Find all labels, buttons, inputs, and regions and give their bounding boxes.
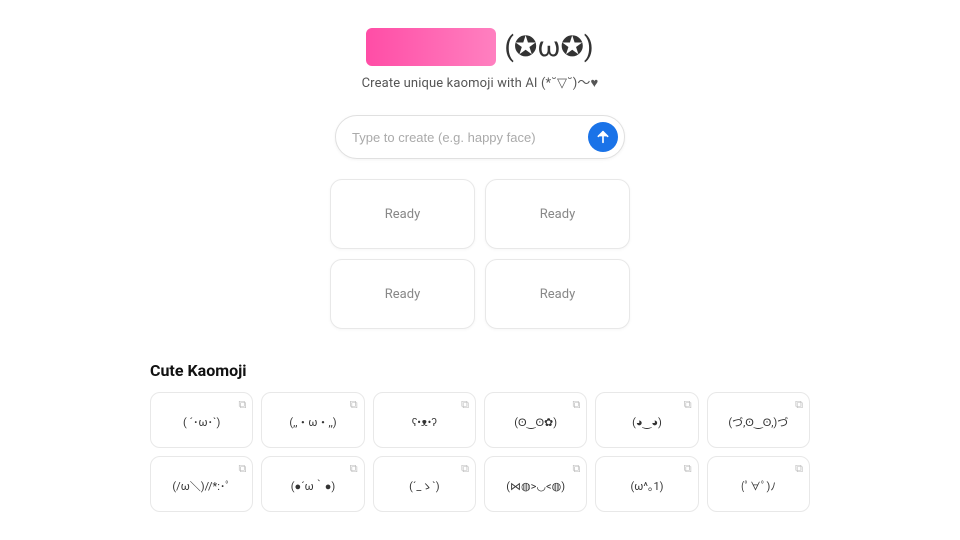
copy-icon[interactable]: ⧉ [572, 399, 580, 410]
arrow-up-icon [595, 129, 611, 145]
tagline: Create unique kaomoji with AI (*˘▽˘)〜♥ [362, 72, 599, 91]
copy-icon[interactable]: ⧉ [238, 463, 246, 474]
kaomoji-card: ⧉ (ʘ‿ʘ✿) [484, 392, 587, 448]
result-card-4: Ready [485, 259, 630, 329]
copy-icon[interactable]: ⧉ [795, 399, 803, 410]
logo-row: (✪ω✪) [366, 28, 593, 66]
kaomoji-section: Cute Kaomoji ⧉ ( ´･ω･`) ⧉ (,,・ω・,,) ⧉ ʕ•… [150, 361, 810, 512]
result-card-1: Ready [330, 179, 475, 249]
copy-icon[interactable]: ⧉ [461, 463, 469, 474]
search-button[interactable] [588, 122, 618, 152]
search-bar [335, 115, 625, 159]
kaomoji-card: ⧉ (ﾟ∀ﾟ)ﾉ [707, 456, 810, 512]
copy-icon[interactable]: ⧉ [238, 399, 246, 410]
kaomoji-card: ⧉ (づ,ʘ‿ʘ,)づ [707, 392, 810, 448]
header: (✪ω✪) Create unique kaomoji with AI (*˘▽… [362, 28, 599, 91]
kaomoji-card: ⧉ ( ´･ω･`) [150, 392, 253, 448]
logo-bar [366, 28, 496, 66]
kaomoji-grid-row1: ⧉ ( ´･ω･`) ⧉ (,,・ω・,,) ⧉ ʕ•ᴥ•ʔ ⧉ (ʘ‿ʘ✿) … [150, 392, 810, 448]
kaomoji-card: ⧉ (´_ゝ`) [373, 456, 476, 512]
kaomoji-section-title: Cute Kaomoji [150, 361, 810, 380]
kaomoji-card: ⧉ (⋈◍>◡<◍) [484, 456, 587, 512]
kaomoji-card: ⧉ (◕‿◕) [595, 392, 698, 448]
logo-emoji: (✪ω✪) [504, 33, 593, 61]
copy-icon[interactable]: ⧉ [350, 399, 358, 410]
copy-icon[interactable]: ⧉ [684, 399, 692, 410]
cards-grid: Ready Ready Ready Ready [330, 179, 630, 329]
kaomoji-card: ⧉ (/ω＼)//*:･ﾟ [150, 456, 253, 512]
result-card-3: Ready [330, 259, 475, 329]
page-container: (✪ω✪) Create unique kaomoji with AI (*˘▽… [0, 0, 960, 532]
copy-icon[interactable]: ⧉ [795, 463, 803, 474]
kaomoji-grid-row2: ⧉ (/ω＼)//*:･ﾟ ⧉ (●´ω｀●) ⧉ (´_ゝ`) ⧉ (⋈◍>◡… [150, 456, 810, 512]
copy-icon[interactable]: ⧉ [572, 463, 580, 474]
kaomoji-card: ⧉ (ω^｡1) [595, 456, 698, 512]
kaomoji-card: ⧉ ʕ•ᴥ•ʔ [373, 392, 476, 448]
result-card-2: Ready [485, 179, 630, 249]
copy-icon[interactable]: ⧉ [350, 463, 358, 474]
search-input[interactable] [352, 130, 588, 145]
kaomoji-card: ⧉ (,,・ω・,,) [261, 392, 364, 448]
copy-icon[interactable]: ⧉ [684, 463, 692, 474]
copy-icon[interactable]: ⧉ [461, 399, 469, 410]
kaomoji-card: ⧉ (●´ω｀●) [261, 456, 364, 512]
